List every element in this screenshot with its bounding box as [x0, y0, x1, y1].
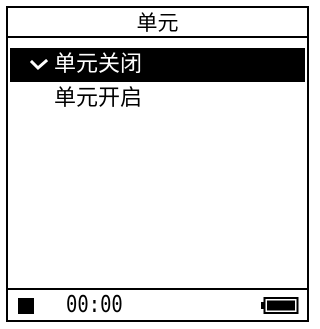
battery-icon — [261, 297, 299, 314]
menu-list: 单元关闭 单元开启 — [10, 48, 305, 116]
menu-item-label: 单元开启 — [54, 86, 143, 111]
checkmark-icon — [30, 48, 50, 82]
menu-item-label: 单元关闭 — [54, 52, 143, 77]
playback-time: 00:00 — [66, 292, 123, 318]
menu-item-unit-off[interactable]: 单元关闭 — [10, 48, 305, 82]
page-title: 单元 — [8, 8, 307, 38]
menu-item-unit-on[interactable]: 单元开启 — [10, 82, 305, 116]
status-bar: 00:00 — [8, 288, 307, 320]
stop-icon — [18, 298, 34, 314]
device-screen: 单元 单元关闭 单元开启 00:00 — [6, 6, 309, 322]
